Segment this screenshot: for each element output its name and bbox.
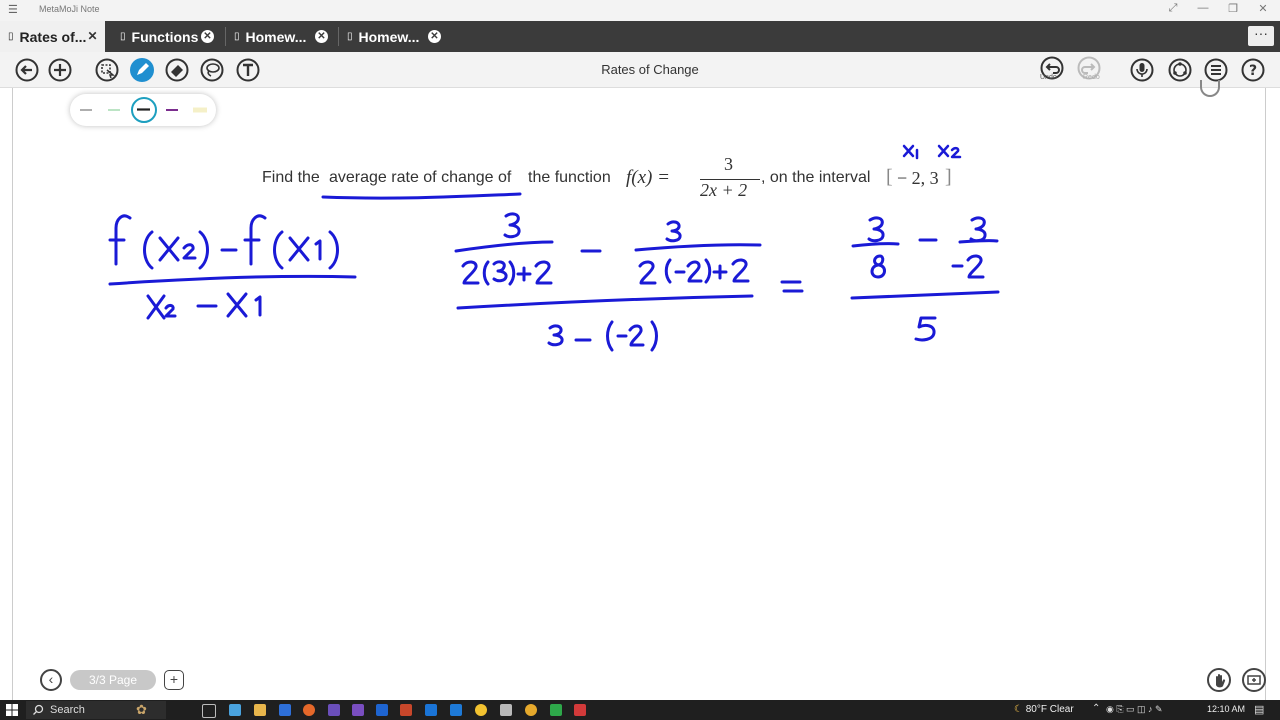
close-tab-icon[interactable]: ✕ [86, 30, 99, 43]
problem-suffix: , on the interval [761, 169, 871, 186]
pen-yellow-highlighter[interactable] [190, 100, 210, 120]
tab-homework-1[interactable]: ▯ Homew... ✕ [226, 21, 334, 52]
fraction-denominator: 2x + 2 [700, 180, 748, 200]
interval-close-bracket: ] [945, 166, 952, 188]
redo-label: Redo [1083, 74, 1100, 81]
taskbar-app-outlook[interactable] [425, 704, 437, 716]
page-edge-left [12, 88, 13, 700]
back-arrow-icon[interactable] [15, 58, 39, 82]
search-highlight-icon: ✿ [136, 702, 147, 717]
interval-open-bracket: [ [886, 166, 893, 188]
problem-link-text: average rate of change of [329, 169, 512, 186]
close-tab-icon[interactable]: ✕ [201, 30, 214, 43]
tab-label: Rates of... [19, 28, 87, 45]
taskbar-search[interactable]: Search ✿ [26, 701, 166, 719]
close-tab-icon[interactable]: ✕ [315, 30, 328, 43]
pen-tool-icon[interactable] [130, 58, 154, 82]
pen-gray[interactable] [76, 100, 96, 120]
fit-page-icon[interactable] [1242, 668, 1266, 692]
window-title-bar: ☰ MetaMoJi Note ⤢ — ❐ ✕ [0, 0, 1280, 21]
text-tool-icon[interactable] [236, 58, 260, 82]
tab-label: Homew... [245, 28, 307, 45]
taskbar-app-chrome-2[interactable] [525, 704, 537, 716]
close-window-button[interactable]: ✕ [1253, 2, 1273, 15]
taskbar-app-13[interactable] [550, 704, 562, 716]
problem-prefix: Find the [262, 169, 320, 186]
taskbar-app-chrome[interactable] [475, 704, 487, 716]
taskbar-app-firefox[interactable] [303, 704, 315, 716]
pen-black-selected[interactable] [131, 97, 157, 123]
tray-icons[interactable]: ◉ ⎘ ▭ ◫ ♪ ✎ [1106, 704, 1163, 715]
document-icon: ▯ [234, 31, 240, 42]
select-tool-icon[interactable] [95, 58, 119, 82]
taskbar-app-powerpoint[interactable] [400, 704, 412, 716]
undo-label: Undo [1040, 74, 1057, 81]
search-icon [33, 704, 44, 715]
svg-text:?: ? [1249, 63, 1257, 79]
document-icon: ▯ [120, 31, 126, 42]
weather-status[interactable]: ☾ 80°F Clear [1014, 704, 1074, 715]
tab-strip: ▯ Rates of... ✕ ▯ Functions ✕ ▯ Homew...… [0, 21, 1280, 52]
taskbar-app-11[interactable] [500, 704, 512, 716]
document-icon: ▯ [347, 31, 353, 42]
previous-page-button[interactable]: ‹ [40, 669, 62, 691]
share-icon[interactable] [1168, 58, 1192, 82]
tab-label: Functions [131, 28, 199, 45]
tab-homework-2[interactable]: ▯ Homew... ✕ [339, 21, 447, 52]
tray-chevron-icon[interactable]: ⌃ [1092, 703, 1100, 714]
page-indicator[interactable]: 3/3 Page [70, 670, 156, 690]
tab-overflow-menu-button[interactable]: ··· [1248, 26, 1274, 46]
search-placeholder: Search [50, 704, 85, 716]
taskbar-app-1[interactable] [229, 704, 241, 716]
windows-start-icon[interactable] [6, 704, 18, 716]
minimize-button[interactable]: — [1193, 2, 1213, 14]
taskbar-app-store[interactable] [279, 704, 291, 716]
pen-palette [70, 94, 216, 126]
app-title: MetaMoJi Note [39, 4, 100, 14]
hand-tool-icon[interactable] [1207, 668, 1231, 692]
maximize-button[interactable]: ❐ [1223, 2, 1243, 15]
taskbar-app-files[interactable] [254, 704, 266, 716]
function-label: f(x) = [626, 167, 670, 188]
document-icon: ▯ [8, 31, 14, 42]
fraction-numerator: 3 [724, 154, 733, 174]
tab-label: Homew... [358, 28, 420, 45]
windows-taskbar: Search ✿ ☾ 80°F Clear ⌃ ◉ ⎘ ▭ ◫ ♪ ✎ 12:1… [0, 700, 1280, 720]
pen-light-green[interactable] [104, 100, 124, 120]
document-title: Rates of Change [601, 62, 699, 77]
problem-middle: the function [528, 169, 611, 186]
tab-rates-of-change[interactable]: ▯ Rates of... ✕ [0, 21, 105, 52]
hamburger-menu-icon[interactable]: ☰ [8, 3, 20, 17]
taskbar-app-5[interactable] [352, 704, 364, 716]
notifications-icon[interactable]: ▤ [1254, 703, 1264, 716]
add-icon[interactable] [48, 58, 72, 82]
menu-icon[interactable] [1204, 58, 1228, 82]
toolbar: Rates of Change Undo Redo ? [0, 52, 1280, 88]
taskbar-app-14[interactable] [574, 704, 586, 716]
help-icon[interactable]: ? [1241, 58, 1265, 82]
microphone-icon[interactable] [1130, 58, 1154, 82]
weather-text: 80°F Clear [1025, 704, 1074, 715]
add-page-button[interactable]: + [164, 670, 184, 690]
interval-values: − 2, 3 [897, 168, 939, 188]
lasso-icon[interactable] [200, 58, 224, 82]
page-edge-right [1265, 88, 1266, 700]
taskbar-app-4[interactable] [328, 704, 340, 716]
moon-icon: ☾ [1014, 704, 1023, 715]
clock[interactable]: 12:10 AM [1207, 704, 1245, 714]
task-view-icon[interactable] [202, 704, 216, 718]
taskbar-app-word[interactable] [376, 704, 388, 716]
tab-functions[interactable]: ▯ Functions ✕ [112, 21, 220, 52]
fullscreen-icon[interactable]: ⤢ [1163, 2, 1183, 15]
close-tab-icon[interactable]: ✕ [428, 30, 441, 43]
pen-purple[interactable] [162, 100, 182, 120]
eraser-icon[interactable] [165, 58, 189, 82]
taskbar-app-9[interactable] [450, 704, 462, 716]
